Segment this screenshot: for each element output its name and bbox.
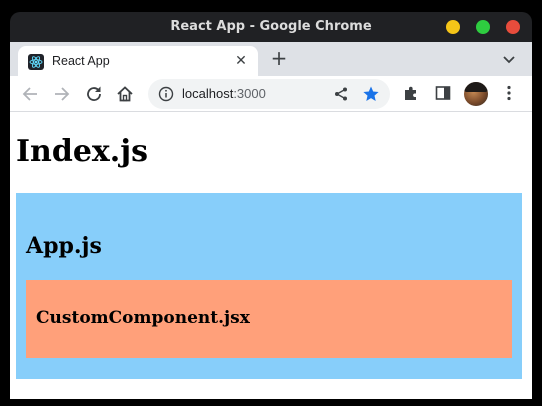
address-bar[interactable]: localhost:3000 [148,79,390,109]
index-heading: Index.js [16,134,148,169]
tab-react-app[interactable]: React App ✕ [18,46,258,76]
info-icon[interactable] [158,86,174,102]
url-host: localhost [182,86,234,101]
page-viewport: Index.js App.js CustomComponent.jsx [10,112,532,399]
tab-title: React App [52,54,110,68]
app-container: App.js CustomComponent.jsx [16,193,522,379]
maximize-button[interactable] [476,20,490,34]
extensions-icon[interactable] [402,84,420,102]
custom-component-container: CustomComponent.jsx [26,280,512,358]
menu-icon[interactable] [500,84,518,102]
forward-icon[interactable] [51,83,73,105]
tab-search-icon[interactable] [500,50,518,68]
avatar[interactable] [464,82,488,106]
star-icon[interactable] [362,85,380,103]
url-text: localhost:3000 [182,86,266,101]
side-panel-icon[interactable] [434,84,452,102]
reload-icon[interactable] [83,83,105,105]
url-port: :3000 [233,86,266,101]
app-heading: App.js [26,233,102,259]
new-tab-icon[interactable]: + [268,48,290,70]
close-tab-icon[interactable]: ✕ [232,52,250,70]
close-window-button[interactable] [506,20,520,34]
back-icon[interactable] [19,83,41,105]
browser-toolbar: localhost:3000 [10,76,532,112]
share-icon[interactable] [333,86,349,102]
custom-component-heading: CustomComponent.jsx [36,308,250,328]
title-bar: React App - Google Chrome [10,12,532,42]
react-icon [28,54,44,70]
minimize-button[interactable] [446,20,460,34]
tab-strip: React App ✕ + [10,42,532,76]
home-icon[interactable] [114,83,136,105]
browser-window: React App - Google Chrome React App ✕ + [0,0,542,406]
